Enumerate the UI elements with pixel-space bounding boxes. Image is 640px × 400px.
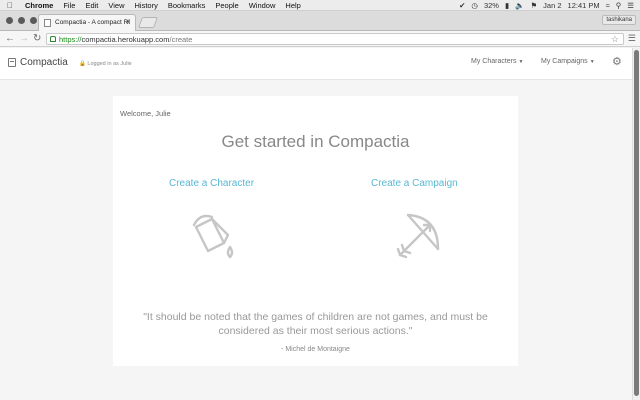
chrome-menu-icon[interactable]: ☰	[628, 33, 636, 44]
menu-app-name[interactable]: Chrome	[20, 0, 58, 11]
minimize-window-button[interactable]	[18, 17, 25, 24]
caret-down-icon: ▼	[518, 59, 524, 65]
back-arrow-icon[interactable]: ←	[5, 33, 15, 44]
browser-toolbar: ← → ↻ https://compactia.herokuapp.com/cr…	[0, 31, 640, 47]
quote-author: - Michel de Montaigne	[281, 346, 350, 353]
close-window-button[interactable]	[6, 17, 13, 24]
quote-text: "It should be noted that the games of ch…	[143, 311, 488, 337]
address-bar[interactable]: https://compactia.herokuapp.com/create ☆	[46, 33, 624, 45]
logged-in-text: Logged in as Julie	[87, 61, 132, 67]
menu-edit[interactable]: Edit	[80, 0, 103, 11]
bookmark-star-icon[interactable]: ☆	[611, 34, 619, 45]
close-tab-icon[interactable]: ✕	[125, 15, 131, 31]
scrollbar-thumb[interactable]	[634, 50, 639, 396]
secure-lock-icon	[50, 36, 56, 42]
logged-in-status: 🔒 Logged in as Julie	[79, 61, 132, 67]
browser-tab[interactable]: Compactia - A compact Ri ✕	[38, 14, 136, 31]
site-navbar: Compactia 🔒 Logged in as Julie My Charac…	[0, 48, 632, 80]
book-icon	[8, 58, 16, 67]
my-characters-label: My Characters	[471, 58, 517, 65]
menu-file[interactable]: File	[58, 0, 80, 11]
menubar-date[interactable]: Jan 2	[543, 0, 561, 11]
menu-window[interactable]: Window	[244, 0, 281, 11]
spotlight-search-icon[interactable]: ⚲	[616, 0, 622, 11]
menu-help[interactable]: Help	[280, 0, 305, 11]
status-area: ✔ ◷ 32% ▮ 🔈 ⚑ Jan 2 12:41 PM ≈ ⚲ ☰	[459, 0, 634, 11]
brand-link[interactable]: Compactia	[8, 57, 68, 68]
flag-icon[interactable]: ⚑	[530, 0, 537, 11]
menu-history[interactable]: History	[130, 0, 163, 11]
zoom-window-button[interactable]	[30, 17, 37, 24]
apple-menu-icon[interactable]: 	[0, 0, 20, 11]
my-characters-dropdown[interactable]: My Characters ▼	[471, 58, 523, 65]
create-card: Welcome, Julie Get started in Compactia …	[113, 96, 518, 366]
clock-status-icon[interactable]: ◷	[471, 0, 478, 11]
url-scheme: https://	[59, 35, 82, 44]
gear-icon[interactable]: ⚙	[612, 55, 622, 68]
profile-button[interactable]: tashikana	[602, 15, 636, 25]
forward-arrow-icon[interactable]: →	[19, 33, 29, 44]
caret-down-icon: ▼	[589, 59, 595, 65]
paint-bucket-icon[interactable]	[190, 209, 238, 266]
welcome-message: Welcome, Julie	[120, 109, 171, 118]
page-viewport: Compactia 🔒 Logged in as Julie My Charac…	[0, 48, 632, 400]
create-campaign-link[interactable]: Create a Campaign	[371, 178, 458, 189]
checkmark-status-icon[interactable]: ✔	[459, 0, 465, 11]
url-host: compactia.herokuapp.com	[81, 35, 170, 44]
page-scrollbar[interactable]	[632, 48, 640, 400]
menu-bookmarks[interactable]: Bookmarks	[163, 0, 211, 11]
browser-tabstrip: Compactia - A compact Ri ✕ tashikana	[0, 11, 640, 31]
wifi-icon[interactable]: ≈	[606, 0, 610, 11]
my-campaigns-label: My Campaigns	[541, 58, 588, 65]
menu-view[interactable]: View	[103, 0, 129, 11]
brand-name: Compactia	[20, 57, 68, 68]
reload-icon[interactable]: ↻	[33, 33, 41, 44]
notification-list-icon[interactable]: ☰	[627, 0, 634, 11]
tab-title: Compactia - A compact Ri	[55, 19, 130, 26]
bow-arrow-icon[interactable]	[394, 209, 442, 266]
menubar-time[interactable]: 12:41 PM	[568, 0, 600, 11]
url-path: /create	[169, 35, 193, 44]
volume-icon[interactable]: 🔈	[515, 0, 524, 11]
menu-people[interactable]: People	[210, 0, 243, 11]
create-character-link[interactable]: Create a Character	[169, 178, 254, 189]
page-favicon-icon	[44, 19, 51, 27]
battery-percent[interactable]: 32%	[484, 0, 499, 11]
page-title: Get started in Compactia	[221, 132, 410, 151]
window-controls	[6, 17, 37, 24]
os-menubar:  Chrome File Edit View History Bookmark…	[0, 0, 640, 11]
my-campaigns-dropdown[interactable]: My Campaigns ▼	[541, 58, 595, 65]
battery-icon[interactable]: ▮	[505, 0, 509, 11]
new-tab-button[interactable]	[137, 17, 159, 28]
